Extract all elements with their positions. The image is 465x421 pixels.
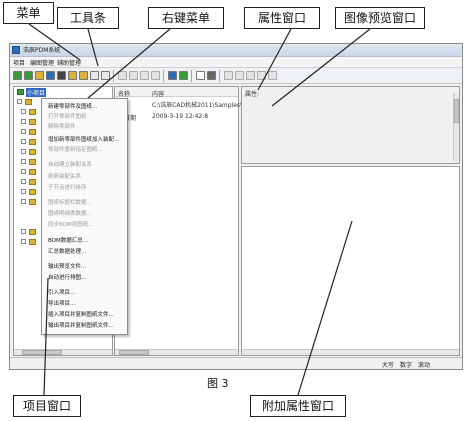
leader-line-menu xyxy=(28,23,81,61)
leader-line-toolbar xyxy=(87,28,99,67)
leader-line-extra xyxy=(297,220,353,396)
leader-line-property xyxy=(257,28,292,91)
leader-line-context-menu xyxy=(87,28,171,99)
callout-leaders xyxy=(28,23,371,396)
leader-line-project xyxy=(43,277,49,396)
leader-line-preview xyxy=(271,28,371,107)
figure-caption: 图 3 xyxy=(207,377,229,390)
